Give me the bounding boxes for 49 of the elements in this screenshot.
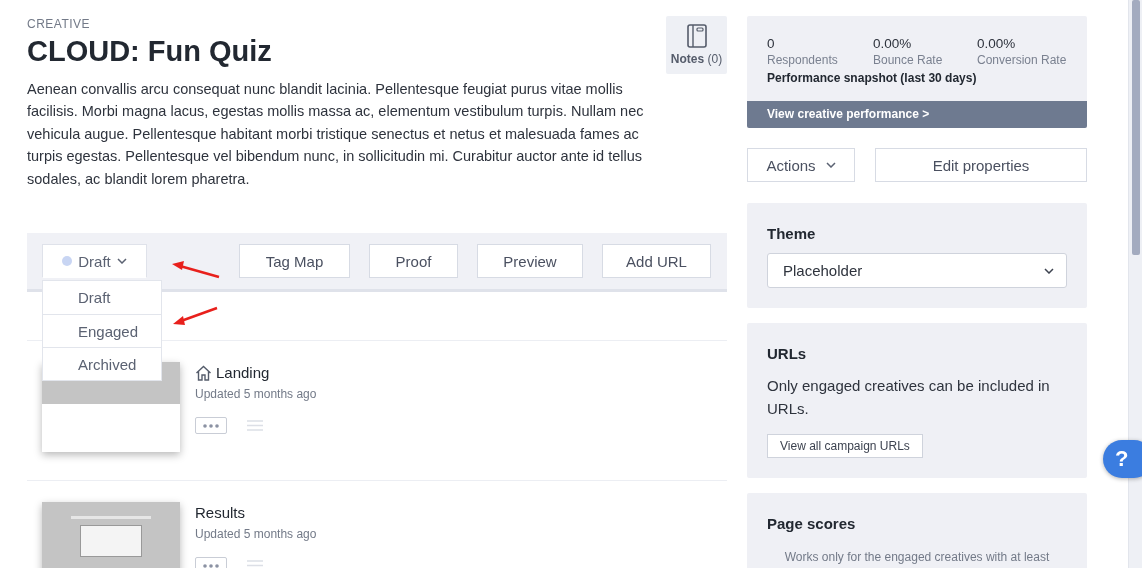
menu-item[interactable]: Archived — [43, 347, 161, 380]
notes-button[interactable]: Notes (0) — [666, 16, 727, 74]
theme-select[interactable]: Placeholder — [767, 253, 1067, 288]
snapshot-caption: Performance snapshot (last 30 days) — [766, 70, 978, 87]
more-button[interactable] — [195, 417, 227, 434]
menu-item[interactable]: Engaged — [43, 314, 161, 347]
eyebrow-label: CREATIVE — [27, 17, 92, 31]
stat-value: 0.00% — [977, 36, 1017, 51]
actions-dropdown[interactable]: Actions — [747, 148, 855, 182]
stat-label: Conversion Rate — [977, 53, 1067, 67]
card-title: Theme — [767, 225, 817, 242]
edit-properties-button[interactable]: Edit properties — [875, 148, 1087, 182]
dots-icon — [203, 563, 219, 568]
stat-value: 0 — [767, 36, 776, 51]
updated-text: Updated 5 months ago — [195, 387, 317, 401]
page-name: Results — [195, 504, 246, 521]
home-icon — [195, 364, 212, 381]
chevron-icon — [825, 162, 836, 168]
stat-label: Respondents — [767, 53, 839, 67]
dots-icon — [203, 423, 219, 428]
updated-text: Updated 5 months ago — [195, 527, 317, 541]
status-dot — [62, 256, 73, 266]
page-scores-text: Works only for the engaged creatives with at least — [783, 550, 1051, 564]
toolbar-button[interactable]: Tag Map — [239, 244, 350, 278]
status-dropdown[interactable]: Draft — [42, 244, 147, 278]
page-title: CLOUD: Fun Quiz — [27, 35, 273, 68]
stat-value: 0.00% — [873, 36, 913, 51]
notebook-icon — [686, 24, 707, 48]
annotation-arrow — [173, 306, 218, 325]
toolbar-button[interactable]: Preview — [477, 244, 583, 278]
page-name: Landing — [216, 364, 270, 381]
annotation-arrow — [172, 261, 220, 279]
drag-handle-icon[interactable] — [247, 420, 263, 431]
drag-handle-icon[interactable] — [247, 560, 263, 568]
performance-link[interactable]: View creative performance > — [747, 101, 1087, 128]
campaign-urls-button[interactable]: View all campaign URLs — [767, 434, 923, 458]
stat-label: Bounce Rate — [873, 53, 944, 67]
toolbar-button[interactable]: Proof — [369, 244, 458, 278]
chevron-icon — [1044, 267, 1054, 274]
description-text: Aenean convallis arcu consequat nunc blandit lacinia. Pellentesque feugiat purus vitae mollis facilisis. Morbi magna lacus, egestas mollis massa ac, elementum vestibulum turpis. Nullam nec vehicula augue. Pellentesque habitant morbi tristique senectus et netus et malesuada fames ac turpis egestas. Pellentesque vel bibendum nunc, in sollicitudin mi. Curabitur auctor ante id tellus sodales, ac blandit lorem pharetra. — [27, 80, 645, 189]
urls-text: Only engaged creatives can be included in URLs. — [767, 376, 1051, 419]
menu-item[interactable]: Draft — [43, 281, 161, 314]
card-title: URLs — [767, 345, 808, 362]
card-title: Page scores — [767, 515, 857, 532]
scrollbar-thumb[interactable] — [1132, 0, 1140, 255]
thumbnail-card — [80, 525, 142, 557]
chevron-icon — [116, 258, 127, 264]
help-button[interactable]: ? — [1103, 440, 1142, 478]
toolbar-button[interactable]: Add URL — [602, 244, 711, 278]
